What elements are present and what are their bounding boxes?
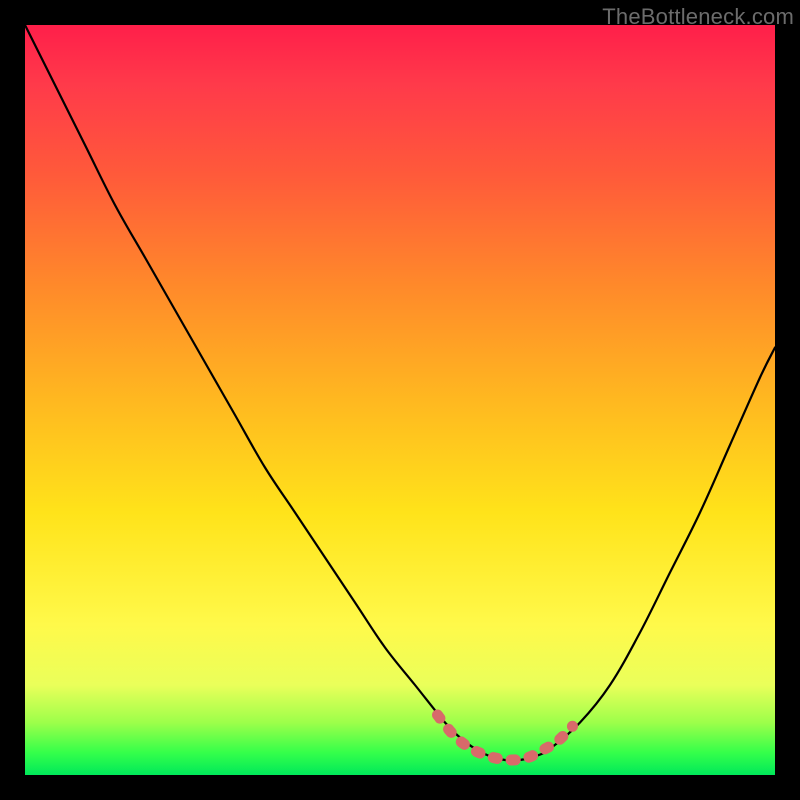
valley-highlight — [438, 715, 573, 760]
chart-frame: TheBottleneck.com — [0, 0, 800, 800]
bottleneck-curve — [25, 25, 775, 761]
plot-area — [25, 25, 775, 775]
curve-svg — [25, 25, 775, 775]
